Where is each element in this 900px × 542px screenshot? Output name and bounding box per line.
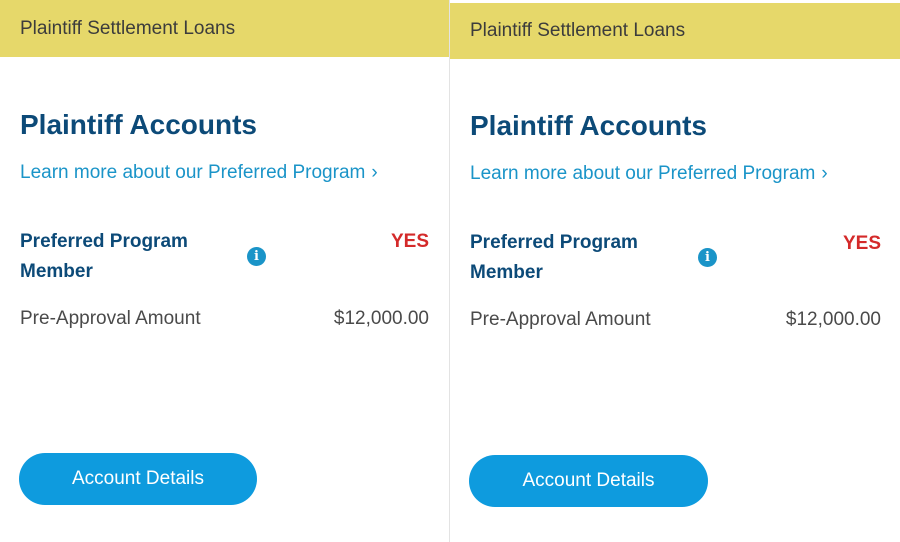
account-card-left: Plaintiff Settlement Loans Plaintiff Acc… [0,0,449,542]
chevron-right-icon[interactable]: › [821,163,827,184]
info-icon[interactable]: i [698,248,717,267]
chevron-right-icon[interactable]: › [371,162,377,183]
account-details-button[interactable]: Account Details [19,453,257,505]
preferred-member-label: Preferred Program Member [470,232,638,283]
card-title: Plaintiff Accounts [20,109,257,140]
card-header: Plaintiff Settlement Loans [450,3,900,59]
link-text[interactable]: Learn more about our Preferred Program [20,162,365,183]
account-card-right: Plaintiff Settlement Loans Plaintiff Acc… [450,0,900,542]
link-text[interactable]: Learn more about our Preferred Program [470,163,815,184]
pre-approval-label: Pre-Approval Amount [20,308,201,329]
pre-approval-label: Pre-Approval Amount [470,309,651,330]
pre-approval-amount: $12,000.00 [785,309,881,330]
card-title: Plaintiff Accounts [470,110,707,141]
account-details-button[interactable]: Account Details [469,455,708,507]
preferred-program-link[interactable]: Learn more about our Preferred Program › [20,162,378,184]
preferred-member-status: YES [842,233,881,254]
info-icon[interactable]: i [247,247,266,266]
preferred-member-label: Preferred Program Member [20,231,188,282]
pre-approval-amount: $12,000.00 [333,308,429,329]
card-header: Plaintiff Settlement Loans [0,0,449,57]
preferred-program-link[interactable]: Learn more about our Preferred Program › [470,163,828,185]
preferred-member-status: YES [390,231,429,252]
